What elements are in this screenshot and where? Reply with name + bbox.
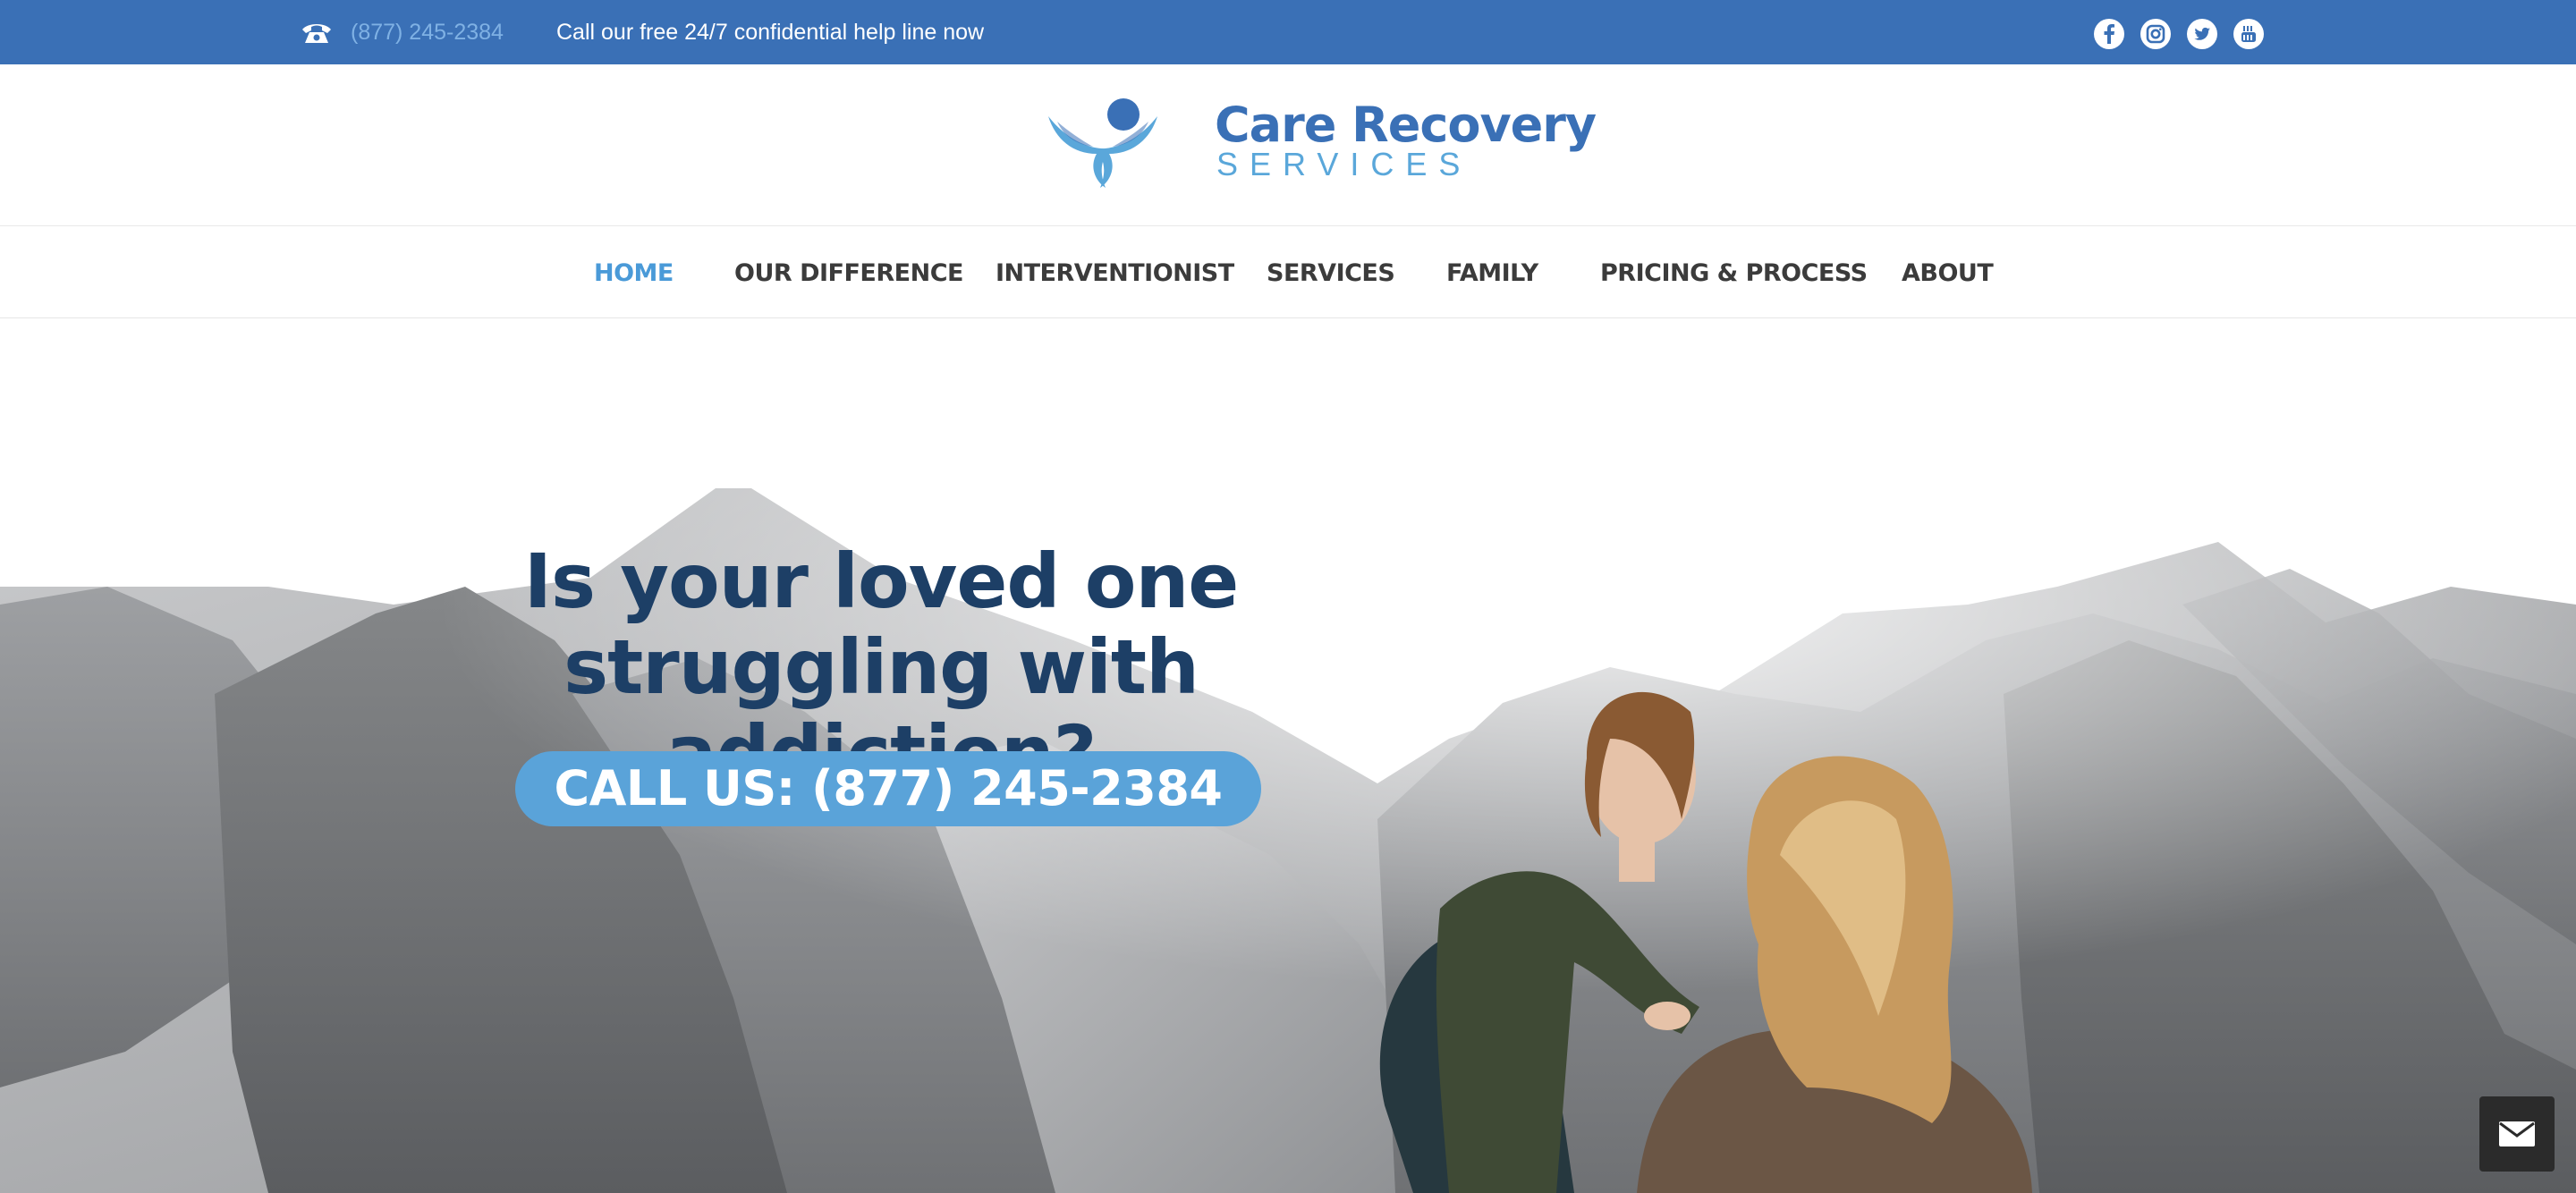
twitter-icon[interactable] [2187,19,2217,49]
telephone-icon [302,24,331,43]
care-hands-icon[interactable] [1046,95,1159,191]
hero-section: Is your loved one struggling with addict… [0,318,2576,1193]
youtube-icon[interactable] [2233,19,2264,49]
nav-item-family[interactable]: FAMILY [1446,258,1538,289]
top-phone-link[interactable]: (877) 245-2384 [351,18,504,47]
main-navigation: HOME OUR DIFFERENCE INTERVENTIONIST SERV… [0,225,2576,318]
helpline-text: Call our free 24/7 confidential help lin… [556,20,985,45]
nav-item-about[interactable]: ABOUT [1902,258,1994,289]
nav-item-interventionist[interactable]: INTERVENTIONIST [996,258,1234,289]
call-us-button[interactable]: CALL US: (877) 245-2384 [515,751,1261,826]
facebook-icon[interactable] [2094,19,2124,49]
logo-subtitle: SERVICES [1216,146,1472,182]
hero-headline-line1: Is your loved one [523,537,1240,625]
nav-item-our-difference[interactable]: OUR DIFFERENCE [734,258,963,289]
nav-item-pricing-process[interactable]: PRICING & PROCESS [1600,258,1868,289]
instagram-icon[interactable] [2140,19,2171,49]
top-bar: (877) 245-2384 Call our free 24/7 confid… [0,0,2576,64]
envelope-icon [2499,1121,2535,1146]
contact-widget-button[interactable] [2479,1096,2555,1172]
logo-title[interactable]: Care Recovery [1215,98,1597,152]
nav-item-home[interactable]: HOME [594,258,674,289]
nav-item-services[interactable]: SERVICES [1267,258,1395,289]
